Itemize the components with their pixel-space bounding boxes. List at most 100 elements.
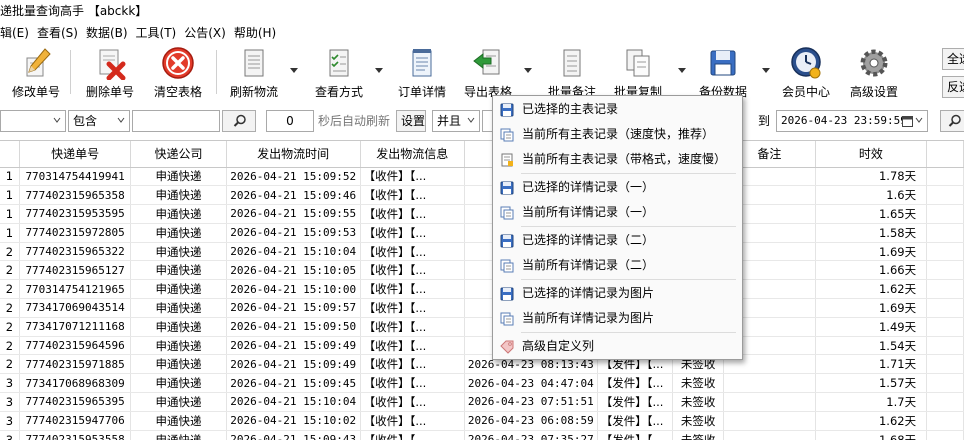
table-row[interactable]: 2 777402315965322 申通快递 2026-04-21 15:10:04 【…	[0, 242, 964, 262]
table-row[interactable]: 3 777402315965395 申通快递 2026-04-21 15:10:04 【…	[0, 392, 964, 412]
col-header-courier[interactable]: 快递公司	[130, 141, 227, 168]
menu-edit[interactable]: 辑(E)	[0, 24, 29, 41]
invert-selection-button[interactable]: 反选	[942, 76, 964, 98]
filter-bar: 包含 0 秒后自动刷新 设置 并且 到 2026-04-23 23:59:59	[0, 106, 964, 136]
cell-ship-info: 【收件】【...	[360, 430, 465, 440]
export-menu-item[interactable]: 已选择的详情记录为图片	[493, 282, 742, 304]
cell-ship-time: 2026-04-21 15:10:02	[226, 411, 361, 431]
export-menu-item[interactable]: 当前所有详情记录（一）	[493, 201, 742, 223]
logic-select[interactable]: 并且	[432, 110, 480, 132]
cell-ship-time: 2026-04-21 15:09:49	[226, 336, 361, 356]
cell-extra	[926, 167, 964, 187]
table-row[interactable]: 3 773417068968309 申通快递 2026-04-21 15:09:45 【…	[0, 373, 964, 394]
cell-tracking-number: 773417071211168	[19, 317, 132, 337]
export-menu-item-label: 当前所有详情记录（一）	[522, 205, 655, 219]
cell-duration: 1.66天	[815, 260, 928, 281]
refresh-logistics-label: 刷新物流	[229, 85, 278, 99]
table-row[interactable]: 2 777402315964596 申通快递 2026-04-21 15:09:49 【…	[0, 336, 964, 356]
table-copy-icon	[500, 205, 514, 220]
logic-value: 并且	[437, 114, 462, 128]
table-row[interactable]: 1 777402315965358 申通快递 2026-04-21 15:09:46 【…	[0, 185, 964, 206]
delete-doc-icon	[99, 49, 126, 80]
refresh-logistics-button[interactable]: 刷新物流	[228, 46, 280, 102]
export-menu-item[interactable]: 已选择的主表记录	[493, 98, 742, 120]
chevron-down-icon[interactable]	[762, 68, 770, 74]
view-mode-button[interactable]: 查看方式	[312, 46, 366, 102]
chevron-down-icon[interactable]	[678, 68, 686, 74]
date-search-button[interactable]	[940, 110, 964, 132]
col-header-extra[interactable]	[926, 141, 964, 168]
chevron-down-icon[interactable]	[375, 68, 383, 74]
clear-table-button[interactable]: 清空表格	[152, 46, 204, 102]
export-menu-item[interactable]: 已选择的详情记录（一）	[493, 176, 742, 198]
cell-courier: 申通快递	[130, 223, 227, 243]
search-button[interactable]	[222, 110, 256, 132]
export-dropdown-menu: 已选择的主表记录当前所有主表记录（速度快，推荐） 当前所有主表记录（带格式，速度慢…	[492, 95, 743, 360]
batch-note-button[interactable]: 批量备注	[546, 46, 598, 102]
table-copy-icon	[500, 127, 514, 142]
table-save-icon	[500, 180, 514, 195]
table-row[interactable]: 2 770314754121965 申通快递 2026-04-21 15:10:00 【…	[0, 279, 964, 300]
end-datetime-picker[interactable]: 2026-04-23 23:59:59	[776, 110, 928, 132]
menu-help[interactable]: 帮助(H)	[234, 24, 276, 41]
clock-icon	[791, 47, 821, 79]
cell-index: 3	[0, 430, 20, 440]
table-row[interactable]: 2 777402315971885 申通快递 2026-04-21 15:09:49 【…	[0, 354, 964, 375]
table-row[interactable]: 3 777402315953558 申通快递 2026-04-21 15:09:43 【…	[0, 430, 964, 440]
delete-number-button[interactable]: 删除单号	[84, 46, 136, 102]
cell-index: 3	[0, 392, 20, 412]
chevron-down-icon[interactable]	[290, 68, 298, 74]
cell-index: 2	[0, 298, 20, 318]
table-copy-icon	[500, 258, 514, 273]
cell-latest-info: 【发件】【...	[597, 411, 674, 431]
order-detail-button[interactable]: 订单详情	[396, 46, 448, 102]
cell-extra	[926, 373, 964, 394]
cell-duration: 1.7天	[815, 392, 928, 412]
export-table-button[interactable]: 导出表格	[462, 46, 514, 102]
col-header-ship-time[interactable]: 发出物流时间	[226, 141, 361, 168]
menu-data[interactable]: 数据(B)	[86, 24, 128, 41]
field-select[interactable]	[0, 110, 66, 132]
cell-latest-time: 2026-04-23 06:08:59	[464, 411, 598, 431]
backup-data-button[interactable]: 备份数据	[697, 46, 749, 102]
menu-notice[interactable]: 公告(X)	[184, 24, 226, 41]
export-menu-item[interactable]: 当前所有主表记录（带格式，速度慢）	[493, 148, 742, 170]
export-menu-item-label: 已选择的主表记录	[522, 102, 619, 116]
select-all-button[interactable]: 全选	[942, 48, 964, 70]
export-menu-item[interactable]: 高级自定义列	[493, 335, 742, 357]
table-row[interactable]: 2 773417069043514 申通快递 2026-04-21 15:09:57 【…	[0, 298, 964, 318]
menu-tools[interactable]: 工具(T)	[136, 24, 177, 41]
refresh-settings-button[interactable]: 设置	[396, 110, 426, 132]
match-mode-select[interactable]: 包含	[68, 110, 130, 132]
export-menu-item-label: 高级自定义列	[522, 339, 595, 353]
chevron-down-icon[interactable]	[524, 68, 532, 74]
export-menu-item[interactable]: 已选择的详情记录（二）	[493, 229, 742, 251]
table-row[interactable]: 1 770314754419941 申通快递 2026-04-21 15:09:52 【…	[0, 167, 964, 187]
menu-view[interactable]: 查看(S)	[37, 24, 78, 41]
col-header-ship-info[interactable]: 发出物流信息	[360, 141, 465, 168]
table-save-icon	[500, 233, 514, 248]
export-menu-item[interactable]: 当前所有详情记录为图片	[493, 307, 742, 329]
col-header-duration[interactable]: 时效	[815, 141, 928, 168]
auto-refresh-seconds-input[interactable]: 0	[266, 110, 314, 132]
table-row[interactable]: 1 777402315972805 申通快递 2026-04-21 15:09:53 【…	[0, 223, 964, 243]
col-header-tracking-number[interactable]: 快递单号	[19, 141, 132, 168]
cell-courier: 申通快递	[130, 354, 227, 375]
cell-ship-info: 【收件】【...	[360, 392, 465, 412]
search-input[interactable]	[132, 110, 220, 132]
cell-ship-time: 2026-04-21 15:09:49	[226, 354, 361, 375]
table-row[interactable]: 2 773417071211168 申通快递 2026-04-21 15:09:50 【…	[0, 317, 964, 337]
table-row[interactable]: 1 777402315953595 申通快递 2026-04-21 15:09:55 【…	[0, 204, 964, 224]
col-header-index[interactable]	[0, 141, 20, 168]
cell-ship-info: 【收件】【...	[360, 317, 465, 337]
export-menu-item[interactable]: 当前所有详情记录（二）	[493, 254, 742, 276]
table-row[interactable]: 2 777402315965127 申通快递 2026-04-21 15:10:05 【…	[0, 260, 964, 281]
advanced-settings-button[interactable]: 高级设置	[846, 46, 902, 102]
edit-number-button[interactable]: 修改单号	[10, 46, 62, 102]
export-menu-item[interactable]: 当前所有主表记录（速度快，推荐）	[493, 123, 742, 145]
cell-index: 2	[0, 354, 20, 375]
batch-copy-button[interactable]: 批量复制	[612, 46, 664, 102]
cell-extra	[926, 411, 964, 431]
member-center-button[interactable]: 会员中心	[780, 46, 832, 102]
table-row[interactable]: 3 777402315947706 申通快递 2026-04-21 15:10:02 【…	[0, 411, 964, 431]
